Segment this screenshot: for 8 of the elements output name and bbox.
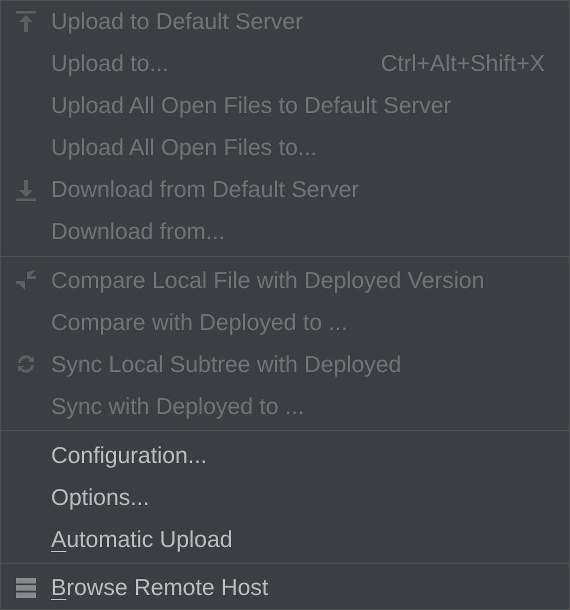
- upload-icon: [14, 10, 38, 34]
- server-icon: [14, 576, 38, 600]
- menu-item[interactable]: Options...: [1, 476, 569, 518]
- menu-item[interactable]: Configuration...: [1, 434, 569, 476]
- menu-item[interactable]: Automatic Upload: [1, 518, 569, 560]
- menu-item[interactable]: Browse Remote Host: [1, 566, 569, 609]
- compare-arrows-icon: [14, 268, 38, 292]
- download-icon: [14, 178, 38, 202]
